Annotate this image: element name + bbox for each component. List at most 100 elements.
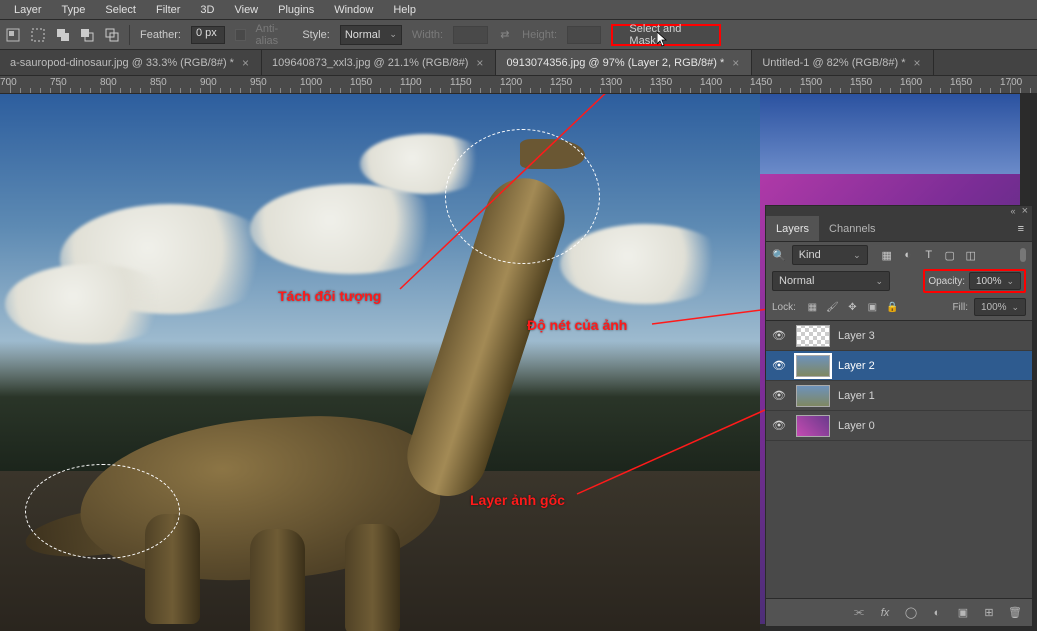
filter-adjust-icon[interactable]: ◐ — [901, 248, 915, 262]
ruler-tick-label: 750 — [50, 77, 67, 88]
filter-shape-icon[interactable]: ▢ — [943, 248, 957, 262]
fill-value[interactable]: 100%⌄ — [974, 298, 1026, 316]
new-layer-icon[interactable]: ⊞ — [982, 606, 996, 620]
ruler-tick-label: 1650 — [950, 77, 972, 88]
visibility-icon[interactable]: 👁 — [770, 329, 788, 342]
layer-mask-icon[interactable]: ◯ — [904, 606, 918, 620]
layer-row-3[interactable]: 👁 Layer 0 — [766, 411, 1032, 441]
layer-thumbnail[interactable] — [796, 325, 830, 347]
panel-grip[interactable]: « × — [766, 206, 1032, 216]
filter-toggle[interactable] — [1020, 248, 1026, 262]
tab-channels[interactable]: Channels — [819, 216, 885, 241]
feather-input[interactable]: 0 px — [191, 26, 225, 44]
ruler-tick-label: 850 — [150, 77, 167, 88]
ruler-tick-label: 1500 — [800, 77, 822, 88]
layers-panel: « × Layers Channels ≡ 🔍 Kind⌄ ▦ ◐ T ▢ ◫ … — [765, 205, 1033, 627]
layer-row-1[interactable]: 👁 Layer 2 — [766, 351, 1032, 381]
ruler-tick-label: 1700 — [1000, 77, 1022, 88]
visibility-icon[interactable]: 👁 — [770, 389, 788, 402]
ruler-tick-label: 1250 — [550, 77, 572, 88]
layer-name[interactable]: Layer 3 — [838, 330, 875, 342]
ruler-tick-label: 1400 — [700, 77, 722, 88]
width-input — [453, 26, 487, 44]
layer-list: 👁 Layer 3 👁 Layer 2 👁 Layer 1 👁 Layer 0 — [766, 320, 1032, 598]
tab-close-icon[interactable]: × — [476, 56, 483, 70]
filter-type-icon[interactable]: T — [922, 248, 936, 262]
document-tab-1[interactable]: 109640873_xxl3.jpg @ 21.1% (RGB/8#) × — [262, 50, 496, 75]
document-tab-label: 0913074356.jpg @ 97% (Layer 2, RGB/8#) * — [506, 57, 724, 69]
panel-footer: ⫘ fx ◯ ◐ ▣ ⊞ 🗑 — [766, 598, 1032, 626]
menu-filter[interactable]: Filter — [146, 2, 190, 18]
ruler-tick-label: 1000 — [300, 77, 322, 88]
tab-close-icon[interactable]: × — [242, 56, 249, 70]
ruler-tick-label: 1550 — [850, 77, 872, 88]
adjustment-layer-icon[interactable]: ◐ — [930, 606, 944, 620]
menu-layer[interactable]: Layer — [4, 2, 52, 18]
layer-name[interactable]: Layer 0 — [838, 420, 875, 432]
subtract-selection-icon[interactable] — [80, 26, 95, 44]
menu-plugins[interactable]: Plugins — [268, 2, 324, 18]
intersect-selection-icon[interactable] — [105, 26, 120, 44]
style-select[interactable]: Normal⌄ — [340, 25, 402, 45]
filter-pixel-icon[interactable]: ▦ — [880, 248, 894, 262]
document-tab-0[interactable]: a-sauropod-dinosaur.jpg @ 33.3% (RGB/8#)… — [0, 50, 262, 75]
menu-window[interactable]: Window — [324, 2, 383, 18]
visibility-icon[interactable]: 👁 — [770, 419, 788, 432]
lock-label: Lock: — [772, 302, 796, 313]
select-and-mask-button[interactable]: Select and Mask... — [611, 24, 721, 46]
opacity-control[interactable]: Opacity: 100%⌄ — [923, 269, 1026, 293]
lock-pixels-icon[interactable]: 🖌 — [826, 301, 839, 314]
document-tab-3[interactable]: Untitled-1 @ 82% (RGB/8#) *× — [752, 50, 933, 75]
visibility-icon[interactable]: 👁 — [770, 359, 788, 372]
menu-select[interactable]: Select — [95, 2, 146, 18]
menu-help[interactable]: Help — [383, 2, 426, 18]
tab-layers[interactable]: Layers — [766, 216, 819, 241]
options-bar: Feather: 0 px Anti-alias Style: Normal⌄ … — [0, 20, 1037, 50]
layer-fx-icon[interactable]: fx — [878, 606, 892, 620]
layer-row-2[interactable]: 👁 Layer 1 — [766, 381, 1032, 411]
fill-label: Fill: — [952, 302, 968, 313]
horizontal-ruler: 7007508008509009501000105011001150120012… — [0, 76, 1037, 94]
height-label: Height: — [522, 29, 557, 41]
layer-name[interactable]: Layer 2 — [838, 360, 875, 372]
layer-name[interactable]: Layer 1 — [838, 390, 875, 402]
panel-menu-icon[interactable]: ≡ — [1010, 216, 1032, 241]
ruler-tick-label: 1600 — [900, 77, 922, 88]
layer-thumbnail[interactable] — [796, 415, 830, 437]
opacity-value[interactable]: 100%⌄ — [969, 272, 1021, 290]
menu-bar: LayerTypeSelectFilter3DViewPluginsWindow… — [0, 0, 1037, 20]
layer-row-0[interactable]: 👁 Layer 3 — [766, 321, 1032, 351]
lock-artboard-icon[interactable]: ▣ — [866, 301, 879, 314]
layer-thumbnail[interactable] — [796, 385, 830, 407]
ruler-tick-label: 1200 — [500, 77, 522, 88]
panel-collapse-icon[interactable]: « — [1011, 206, 1016, 216]
new-selection-icon[interactable] — [31, 26, 46, 44]
document-tab-2[interactable]: 0913074356.jpg @ 97% (Layer 2, RGB/8#) *… — [496, 50, 752, 75]
blend-mode-select[interactable]: Normal⌄ — [772, 271, 890, 291]
tool-preset-icon[interactable] — [6, 26, 21, 44]
document-tab-bar: a-sauropod-dinosaur.jpg @ 33.3% (RGB/8#)… — [0, 50, 1037, 76]
anti-alias-label: Anti-alias — [256, 23, 293, 47]
filter-smart-icon[interactable]: ◫ — [964, 248, 978, 262]
document-tab-label: 109640873_xxl3.jpg @ 21.1% (RGB/8#) — [272, 57, 468, 69]
link-layers-icon[interactable]: ⫘ — [852, 606, 866, 620]
menu-view[interactable]: View — [224, 2, 268, 18]
trash-icon[interactable]: 🗑 — [1008, 606, 1022, 620]
layer-thumbnail[interactable] — [796, 355, 830, 377]
selection-head — [445, 129, 600, 264]
lock-trans-icon[interactable]: ▦ — [806, 301, 819, 314]
add-selection-icon[interactable] — [55, 26, 70, 44]
document-tab-label: a-sauropod-dinosaur.jpg @ 33.3% (RGB/8#)… — [10, 57, 234, 69]
layer-filter-kind[interactable]: Kind⌄ — [792, 245, 868, 265]
group-icon[interactable]: ▣ — [956, 606, 970, 620]
ruler-tick-label: 950 — [250, 77, 267, 88]
tab-close-icon[interactable]: × — [732, 56, 739, 70]
menu-type[interactable]: Type — [52, 2, 96, 18]
menu-3d[interactable]: 3D — [190, 2, 224, 18]
ruler-tick-label: 800 — [100, 77, 117, 88]
lock-position-icon[interactable]: ✥ — [846, 301, 859, 314]
tab-close-icon[interactable]: × — [914, 56, 921, 70]
lock-all-icon[interactable]: 🔒 — [886, 301, 899, 314]
feather-label: Feather: — [140, 29, 181, 41]
ruler-tick-label: 1350 — [650, 77, 672, 88]
